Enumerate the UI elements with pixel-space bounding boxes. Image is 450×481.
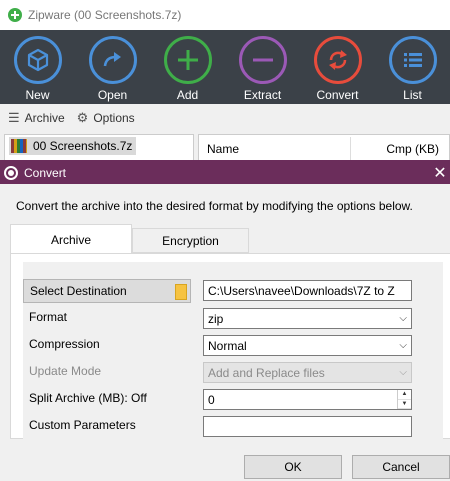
main-toolbar: New Open Add Extract Convert List [0, 30, 450, 104]
destination-path-field[interactable]: C:\Users\navee\Downloads\7Z to Z [203, 280, 412, 301]
cancel-button[interactable]: Cancel [352, 455, 450, 479]
extract-button-label: Extract [243, 88, 282, 102]
list-button-label: List [403, 88, 422, 102]
convert-arrows-icon [313, 36, 362, 84]
tree-item-archive[interactable]: 00 Screenshots.7z [9, 137, 137, 155]
dialog-title: Convert [24, 165, 67, 180]
window-title: Zipware (00 Screenshots.7z) [28, 8, 182, 22]
update-mode-select-value: Add and Replace files [208, 365, 325, 380]
minus-icon [238, 36, 287, 84]
tab-encryption[interactable]: Encryption [132, 228, 249, 253]
format-select-value: zip [208, 311, 224, 326]
spinner-up-icon[interactable]: ▲ [398, 390, 411, 400]
spinner-down-icon[interactable]: ▼ [398, 400, 411, 409]
convert-options-form: Select Destination C:\Users\navee\Downlo… [23, 262, 443, 440]
new-button-label: New [25, 88, 50, 102]
archive-menu-label: Archive [24, 111, 65, 125]
open-button-label: Open [97, 88, 128, 102]
compression-label: Compression [29, 337, 100, 351]
chevron-down-icon: ⌵ [399, 313, 407, 324]
ok-button[interactable]: OK [244, 455, 342, 479]
split-archive-spinner[interactable]: 0 ▲ ▼ [203, 389, 412, 410]
hamburger-icon: ☰ [8, 110, 20, 125]
menubar: ☰ Archive ⚙ Options [0, 104, 450, 132]
update-mode-label: Update Mode [29, 364, 102, 378]
dialog-description: Convert the archive into the desired for… [16, 199, 413, 213]
redo-arrow-icon [88, 36, 137, 84]
update-mode-select: Add and Replace files ⌵ [203, 362, 412, 383]
list-button[interactable]: List [375, 30, 450, 104]
compression-select[interactable]: Normal ⌵ [203, 335, 412, 356]
custom-parameters-label: Custom Parameters [29, 418, 136, 432]
archive-menu[interactable]: ☰ Archive [8, 110, 65, 126]
compression-select-value: Normal [208, 338, 247, 353]
archive-file-icon [11, 139, 27, 153]
format-label: Format [29, 310, 68, 324]
convert-button-label: Convert [316, 88, 359, 102]
zipware-logo-icon [8, 8, 22, 22]
column-header-cmp[interactable]: Cmp (KB) [351, 142, 450, 156]
convert-button[interactable]: Convert [300, 30, 375, 104]
add-button-label: Add [176, 88, 199, 102]
options-menu-label: Options [93, 111, 135, 125]
dialog-tabs: Archive Encryption [10, 224, 249, 254]
chevron-down-icon: ⌵ [399, 367, 407, 378]
split-archive-value: 0 [208, 392, 215, 407]
extract-button[interactable]: Extract [225, 30, 300, 104]
tab-archive[interactable]: Archive [10, 224, 132, 254]
spinner-buttons: ▲ ▼ [397, 390, 411, 409]
dialog-titlebar: Convert ✕ [0, 161, 450, 184]
select-destination-label: Select Destination [30, 284, 127, 298]
tree-item-label: 00 Screenshots.7z [33, 139, 133, 153]
list-icon [388, 36, 437, 84]
plus-icon [163, 36, 212, 84]
new-button[interactable]: New [0, 30, 75, 104]
cube-icon [13, 36, 62, 84]
open-button[interactable]: Open [75, 30, 150, 104]
format-select[interactable]: zip ⌵ [203, 308, 412, 329]
column-header-name[interactable]: Name [199, 137, 351, 161]
chevron-down-icon: ⌵ [399, 340, 407, 351]
add-button[interactable]: Add [150, 30, 225, 104]
folder-icon [175, 284, 187, 300]
convert-dialog: Convert ✕ Convert the archive into the d… [0, 160, 450, 481]
custom-parameters-input[interactable] [203, 416, 412, 437]
close-icon[interactable]: ✕ [430, 161, 450, 184]
split-archive-label: Split Archive (MB): Off [29, 391, 147, 405]
select-destination-button[interactable]: Select Destination [23, 279, 191, 303]
convert-dialog-icon [4, 165, 18, 180]
gear-icon: ⚙ [76, 110, 89, 125]
archive-tab-panel: Select Destination C:\Users\navee\Downlo… [10, 253, 450, 440]
file-list-header: Name Cmp (KB) [199, 137, 450, 161]
options-menu[interactable]: ⚙ Options [77, 110, 135, 126]
window-titlebar: Zipware (00 Screenshots.7z) [0, 0, 450, 30]
